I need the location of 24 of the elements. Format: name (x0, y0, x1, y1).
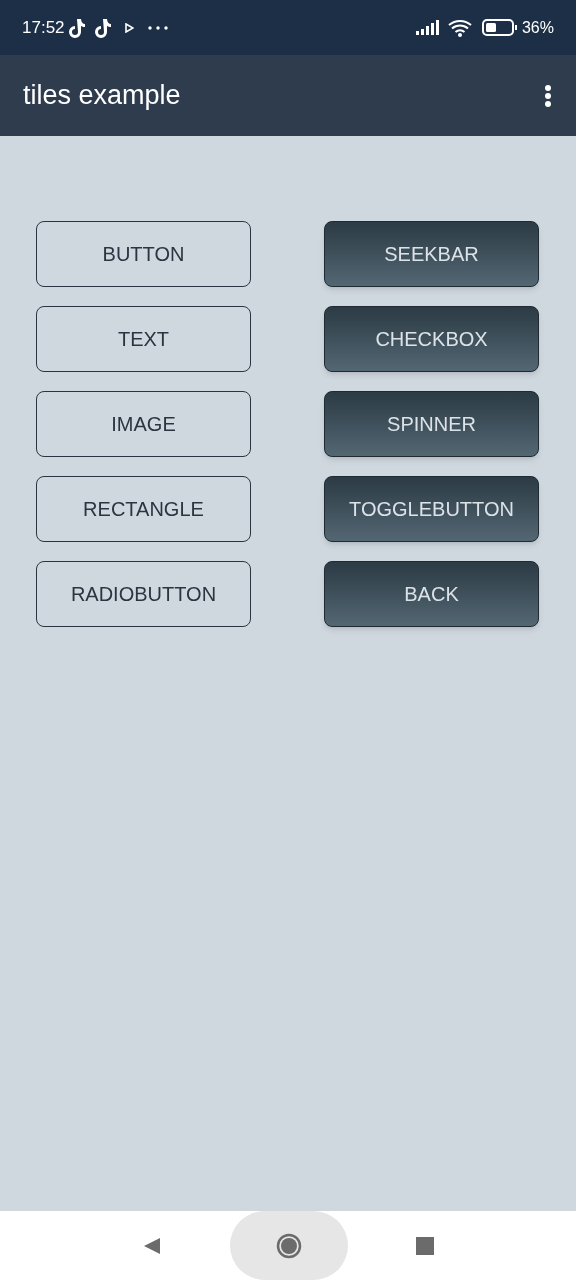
signal-icon (415, 20, 442, 35)
back-triangle-icon[interactable] (142, 1235, 162, 1256)
tile-button[interactable]: IMAGE (36, 391, 251, 457)
tile-button[interactable]: RECTANGLE (36, 476, 251, 542)
tile-button[interactable]: TOGGLEBUTTON (324, 476, 539, 542)
tile-button[interactable]: CHECKBOX (324, 306, 539, 372)
tile-button[interactable]: BACK (324, 561, 539, 627)
tile-button[interactable]: SEEKBAR (324, 221, 539, 287)
home-circle-icon (276, 1232, 302, 1259)
overflow-menu-icon[interactable] (544, 83, 552, 108)
status-time: 17:52 (22, 16, 65, 39)
recents-square-icon[interactable] (416, 1236, 434, 1255)
battery-icon (481, 19, 518, 36)
tile-button[interactable]: TEXT (36, 306, 251, 372)
play-icon (123, 22, 134, 33)
tile-button[interactable]: BUTTON (36, 221, 251, 287)
tile-button[interactable]: SPINNER (324, 391, 539, 457)
battery-percent: 36% (521, 17, 554, 38)
music-note-icon (67, 17, 86, 38)
more-dots-icon (147, 25, 168, 30)
tile-button[interactable]: RADIOBUTTON (36, 561, 251, 627)
music-note-icon (93, 17, 112, 38)
wifi-icon (447, 18, 474, 37)
app-title: tiles example (23, 79, 182, 113)
